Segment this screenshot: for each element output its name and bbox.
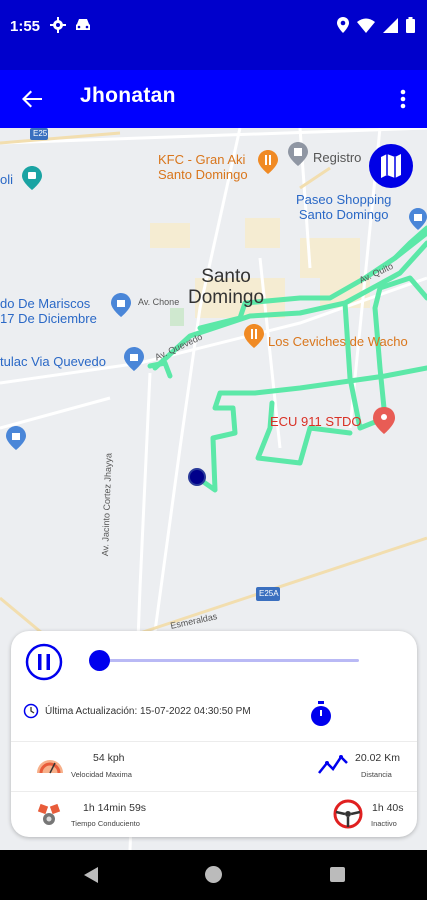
signal-icon (383, 17, 398, 33)
poi-oli[interactable]: oli (0, 172, 13, 187)
nav-home-icon[interactable] (205, 866, 222, 883)
city-label: Santo Domingo (188, 266, 265, 308)
restaurant-pin-icon-2[interactable] (244, 324, 264, 348)
gear-icon (50, 17, 66, 33)
civic-pin-icon[interactable] (288, 142, 308, 166)
playback-slider-track[interactable] (101, 659, 359, 662)
shopping-pin-icon[interactable] (409, 208, 427, 230)
car-icon (76, 19, 90, 30)
distance-label: Distancia (361, 770, 392, 779)
road-e25: E25 (33, 129, 48, 138)
poi-paseo[interactable]: Paseo Shopping Santo Domingo (296, 192, 391, 222)
playback-panel: Última Actualización: 15-07-2022 04:30:5… (11, 631, 417, 837)
poi-ceviches[interactable]: Los Ceviches de Wacho (268, 334, 408, 349)
poi-kfc[interactable]: KFC - Gran Aki Santo Domingo (158, 152, 248, 182)
panel-divider-2 (11, 791, 417, 792)
more-vert-icon[interactable] (393, 85, 413, 113)
location-icon (337, 17, 349, 33)
pause-icon[interactable] (25, 643, 63, 681)
app-bar: Jhonatan (0, 70, 427, 128)
road-e25a: E25A (259, 589, 279, 598)
poi-ecu911[interactable]: ECU 911 STDO (270, 414, 362, 429)
max-speed-label: Velocidad Maxima (71, 770, 132, 779)
nav-back-icon[interactable] (83, 866, 99, 884)
idle-value: 1h 40s (372, 802, 404, 814)
shopping-pin-icon-2[interactable] (111, 293, 131, 317)
panel-divider (11, 741, 417, 742)
last-update-text: Última Actualización: 15-07-2022 04:30:5… (45, 705, 251, 717)
map-layers-icon (381, 154, 401, 178)
distance-value: 20.02 Km (355, 752, 400, 764)
map-layers-button[interactable] (369, 144, 413, 188)
steering-wheel-icon (333, 799, 363, 829)
page-title: Jhonatan (80, 84, 176, 107)
idle-label: Inactivo (371, 819, 397, 828)
pistons-icon (37, 803, 61, 825)
shop-pin-icon[interactable] (22, 166, 42, 190)
status-time: 1:55 (10, 18, 41, 35)
poi-agrocalidad[interactable]: tulac Via Quevedo (0, 354, 106, 369)
status-bar: 1:55 (0, 0, 427, 70)
last-update-row: Última Actualización: 15-07-2022 04:30:5… (23, 703, 251, 719)
route-chart-icon (318, 755, 348, 774)
back-arrow-icon[interactable] (18, 85, 46, 113)
shopping-pin-icon-3[interactable] (124, 347, 144, 371)
battery-icon (406, 17, 415, 33)
poi-registro[interactable]: Registro (313, 150, 361, 165)
nav-recent-icon[interactable] (330, 867, 345, 882)
stopwatch-icon[interactable] (309, 701, 333, 727)
max-speed-value: 54 kph (93, 752, 125, 764)
road-chone: Av. Chone (138, 297, 180, 307)
clock-refresh-icon (23, 703, 39, 719)
system-nav-bar (0, 850, 427, 900)
speedometer-icon (37, 760, 63, 774)
shopping-pin-icon-4[interactable] (6, 426, 26, 450)
playback-slider-thumb[interactable] (89, 650, 110, 671)
wifi-icon (357, 18, 375, 33)
poi-mariscos[interactable]: do De Mariscos 17 De Diciembre (0, 296, 97, 326)
restaurant-pin-icon[interactable] (258, 150, 278, 174)
driving-time-label: Tiempo Conduciento (71, 819, 140, 828)
driving-time-value: 1h 14min 59s (83, 802, 147, 814)
